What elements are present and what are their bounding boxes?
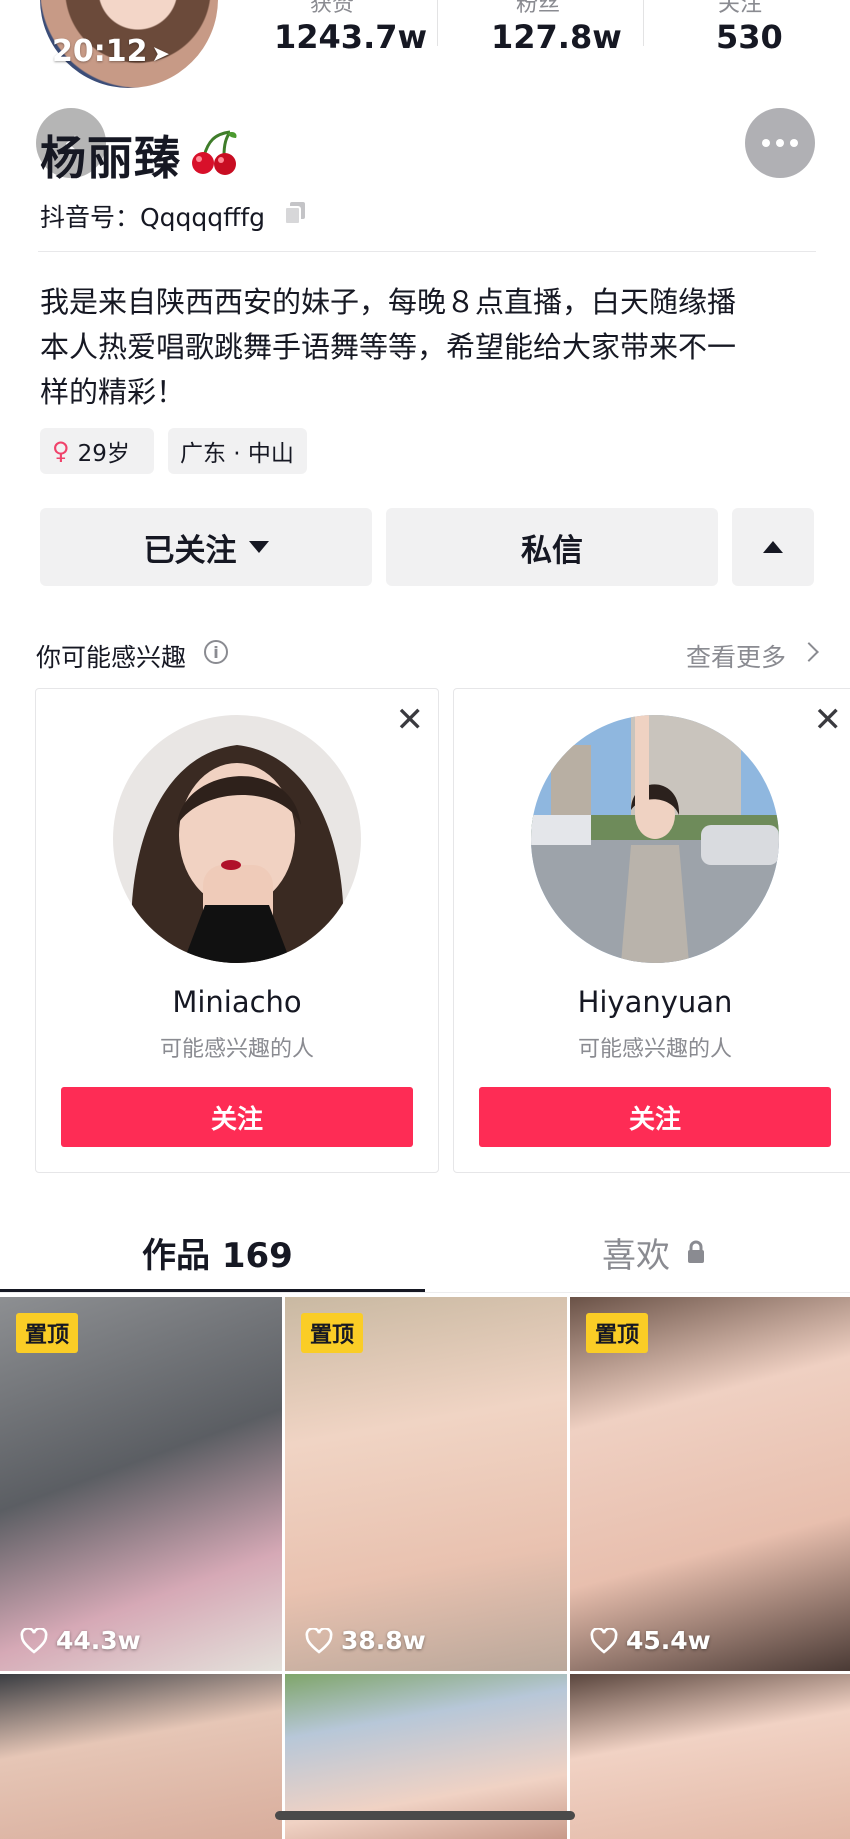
status-bar-time: 20:12 ➤ bbox=[52, 34, 170, 69]
profile-name: 杨丽臻 bbox=[40, 131, 181, 185]
tab-works[interactable]: 作品 169 bbox=[142, 1228, 293, 1277]
caret-up-icon bbox=[763, 541, 783, 553]
suggestion-card[interactable]: ✕ Hiyanyuan 可能感兴趣的人 关注 bbox=[453, 688, 850, 1173]
stat-divider bbox=[437, 0, 438, 46]
see-more-link[interactable]: 查看更多 bbox=[686, 638, 786, 674]
heart-icon bbox=[305, 1627, 333, 1654]
stat-label-following: 关注 bbox=[718, 0, 763, 17]
video-likes: 45.4w bbox=[590, 1626, 711, 1655]
suggestion-avatar[interactable] bbox=[531, 715, 779, 963]
video-thumbnail[interactable]: 置顶 38.8w bbox=[285, 1297, 567, 1671]
pinned-badge: 置顶 bbox=[586, 1313, 649, 1353]
cherry-emoji-icon bbox=[192, 130, 237, 175]
tab-likes[interactable]: 喜欢 bbox=[602, 1228, 670, 1277]
pinned-badge: 置顶 bbox=[301, 1313, 364, 1353]
follow-button[interactable]: 关注 bbox=[479, 1087, 831, 1147]
pinned-badge: 置顶 bbox=[16, 1313, 79, 1353]
suggestion-subtitle: 可能感兴趣的人 bbox=[577, 1037, 732, 1062]
more-options-button[interactable] bbox=[745, 108, 815, 178]
location-chip: 广东 · 中山 bbox=[168, 428, 307, 474]
following-button[interactable]: 已关注 bbox=[40, 508, 372, 586]
lock-icon bbox=[688, 1240, 704, 1263]
video-thumbnail[interactable] bbox=[570, 1674, 850, 1839]
suggestions-title: 你可能感兴趣 bbox=[36, 643, 187, 672]
collapse-suggestions-button[interactable] bbox=[732, 508, 814, 586]
divider bbox=[0, 1292, 850, 1293]
copy-icon[interactable] bbox=[282, 200, 308, 226]
suggestion-card[interactable]: ✕ Miniacho 可能感兴趣的人 关注 bbox=[35, 688, 439, 1173]
message-button[interactable]: 私信 bbox=[386, 508, 718, 586]
stat-value-fans[interactable]: 127.8w bbox=[491, 18, 622, 56]
heart-icon bbox=[20, 1627, 48, 1654]
caret-down-icon bbox=[248, 541, 269, 553]
heart-icon bbox=[590, 1627, 618, 1654]
suggestion-name[interactable]: Miniacho bbox=[36, 985, 438, 1019]
stat-value-following[interactable]: 530 bbox=[716, 18, 783, 56]
stat-label-likes: 获赞 bbox=[310, 0, 355, 17]
stat-value-likes[interactable]: 1243.7w bbox=[274, 18, 427, 56]
suggestion-name[interactable]: Hiyanyuan bbox=[454, 985, 850, 1019]
info-icon[interactable]: i bbox=[204, 640, 228, 664]
video-thumbnail[interactable]: 置顶 44.3w bbox=[0, 1297, 282, 1671]
video-thumbnail[interactable] bbox=[0, 1674, 282, 1839]
close-icon[interactable]: ✕ bbox=[814, 703, 843, 737]
female-gender-icon: ♀ bbox=[52, 437, 70, 465]
douyin-id: 抖音号：Qqqqqfffg bbox=[40, 203, 266, 232]
follow-button[interactable]: 关注 bbox=[61, 1087, 413, 1147]
age-chip: ♀ 29岁 bbox=[40, 428, 154, 474]
profile-bio: 我是来自陕西西安的妹子，每晚８点直播，白天随缘播 本人热爱唱歌跳舞手语舞等等，希… bbox=[40, 285, 737, 409]
stat-divider bbox=[643, 0, 644, 46]
video-thumbnail[interactable]: 置顶 45.4w bbox=[570, 1297, 850, 1671]
divider bbox=[38, 251, 816, 252]
chevron-right-icon bbox=[799, 642, 819, 662]
close-icon[interactable]: ✕ bbox=[396, 703, 425, 737]
location-arrow-icon: ➤ bbox=[151, 42, 170, 67]
home-indicator[interactable] bbox=[275, 1811, 575, 1820]
video-likes: 38.8w bbox=[305, 1626, 426, 1655]
video-likes: 44.3w bbox=[20, 1626, 141, 1655]
stat-label-fans: 粉丝 bbox=[516, 0, 561, 17]
suggestion-avatar[interactable] bbox=[113, 715, 361, 963]
suggestion-subtitle: 可能感兴趣的人 bbox=[159, 1037, 314, 1062]
